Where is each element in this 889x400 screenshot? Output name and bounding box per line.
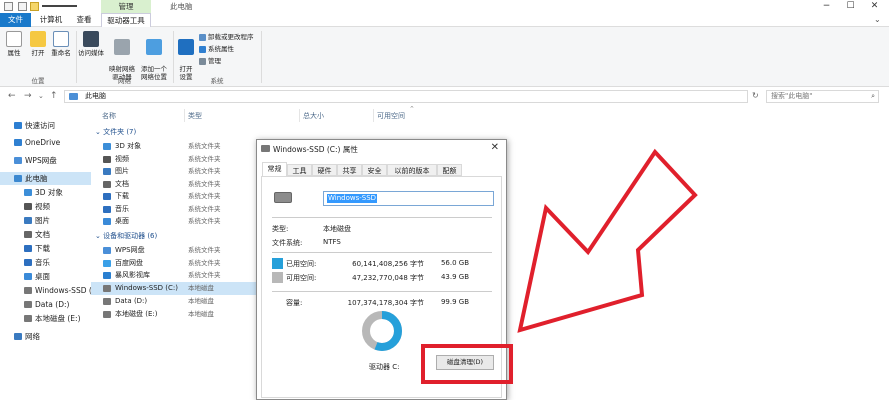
annotation-overlay [421, 148, 698, 384]
annotation-arrow [517, 148, 698, 333]
annotation-highlight-box [421, 344, 513, 384]
